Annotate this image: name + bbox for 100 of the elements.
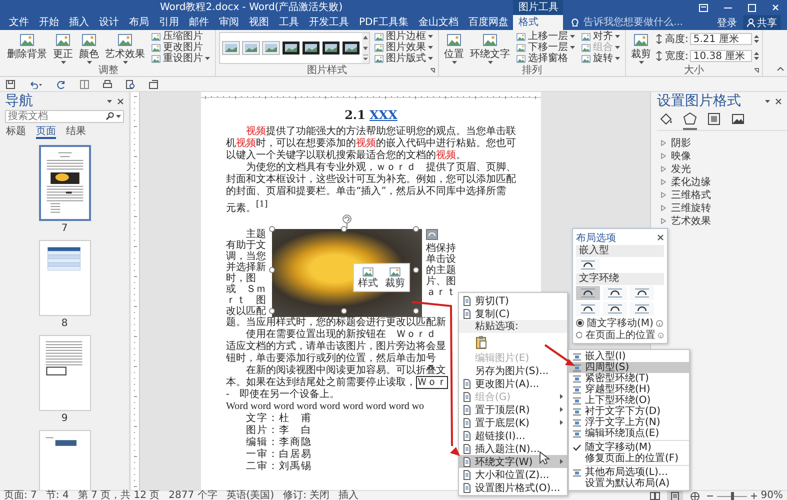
- ribbon-button[interactable]: 重设图片: [149, 53, 212, 64]
- ribbon-tab[interactable]: 开始: [34, 15, 64, 30]
- expand-icon[interactable]: [661, 140, 666, 146]
- nav-tab[interactable]: 结果: [66, 126, 86, 137]
- section-header[interactable]: 艺术效果: [657, 214, 787, 227]
- ribbon-tab[interactable]: 设计: [94, 15, 124, 30]
- ribbon-button[interactable]: 位置: [442, 31, 466, 65]
- nav-tab[interactable]: 页面: [36, 126, 56, 139]
- page-thumbnail[interactable]: [38, 145, 90, 221]
- ribbon-tab[interactable]: 金山文档: [413, 15, 464, 30]
- mini-toolbar-button[interactable]: 裁剪: [383, 266, 407, 290]
- radio-icon[interactable]: [576, 319, 584, 327]
- close-icon[interactable]: [117, 98, 124, 104]
- document-search-icon[interactable]: [126, 80, 135, 88]
- layout-options-icon[interactable]: [426, 229, 438, 240]
- text-wrap-icon[interactable]: [607, 303, 623, 315]
- text-wrap-icon[interactable]: [634, 303, 650, 315]
- radio-option[interactable]: 随文字移动(M): [576, 317, 664, 329]
- ribbon-tab[interactable]: 邮件: [184, 15, 214, 30]
- ribbon-button[interactable]: 更改图片: [149, 42, 212, 53]
- picture-style-thumbnail[interactable]: [302, 41, 320, 55]
- mini-toolbar-button[interactable]: 样式: [356, 266, 380, 290]
- ribbon-tab[interactable]: 视图: [244, 15, 274, 30]
- radio-icon[interactable]: [576, 331, 582, 339]
- ribbon-button[interactable]: 颜色: [77, 31, 101, 65]
- ribbon-display-icon[interactable]: [699, 4, 708, 12]
- menu-item[interactable]: 置于顶层(R): [459, 403, 567, 416]
- menu-item[interactable]: 环绕文字(W): [459, 455, 567, 468]
- ribbon-tab[interactable]: 百度网盘: [463, 15, 514, 30]
- wrap-option[interactable]: [603, 286, 627, 300]
- wrap-option[interactable]: [576, 302, 600, 316]
- wrap-option[interactable]: [630, 286, 654, 300]
- menu-item[interactable]: 嵌入型(I): [569, 351, 689, 362]
- ribbon-button[interactable]: 更正: [51, 31, 75, 65]
- ribbon-tab[interactable]: PDF工具集: [354, 15, 414, 30]
- ribbon-button[interactable]: 删除背景: [5, 31, 49, 65]
- menu-item[interactable]: 设置为默认布局(A): [569, 478, 689, 489]
- page-icon[interactable]: [80, 80, 89, 88]
- page-thumbnail[interactable]: [38, 240, 90, 316]
- ribbon-button[interactable]: 图片版式: [372, 53, 435, 64]
- zoom-out-icon[interactable]: [706, 493, 713, 499]
- collapse-ribbon-icon[interactable]: [777, 67, 784, 71]
- text-wrap-icon[interactable]: [580, 259, 596, 271]
- ribbon-button[interactable]: 旋转: [579, 53, 622, 64]
- ribbon-tab[interactable]: 插入: [64, 15, 94, 30]
- ribbon-tab[interactable]: 布局: [124, 15, 154, 30]
- menu-item[interactable]: 编辑环绕顶点(E): [569, 428, 689, 439]
- menu-item[interactable]: 置于底层(K): [459, 416, 567, 429]
- menu-item[interactable]: 设置图片格式(O)...: [459, 481, 567, 494]
- size-field[interactable]: 5.21 厘米: [690, 33, 752, 45]
- size-field[interactable]: 10.38 厘米: [690, 50, 752, 62]
- ribbon-tab[interactable]: 开发工具: [304, 15, 354, 30]
- section-header[interactable]: 映像: [657, 149, 787, 162]
- text-wrap-icon[interactable]: [580, 303, 596, 315]
- resize-handle[interactable]: [413, 226, 419, 232]
- dialog-launcher-icon[interactable]: [430, 68, 435, 73]
- page-thumbnail[interactable]: [38, 335, 90, 411]
- text-wrap-icon[interactable]: [607, 287, 623, 299]
- maximize-icon[interactable]: [748, 4, 756, 12]
- menu-item[interactable]: 上下型环绕(O): [569, 395, 689, 406]
- slider-thumb[interactable]: [730, 492, 734, 500]
- zoom-level[interactable]: 90%: [760, 491, 783, 500]
- menu-item[interactable]: 剪切(T): [459, 294, 567, 307]
- wrap-option[interactable]: [576, 258, 600, 272]
- text-wrap-icon[interactable]: [580, 287, 596, 299]
- page-icon[interactable]: [668, 491, 681, 500]
- ribbon-button[interactable]: 裁剪: [629, 31, 653, 65]
- ribbon-tab[interactable]: 工具: [274, 15, 304, 30]
- expand-icon[interactable]: [661, 152, 666, 158]
- expand-icon[interactable]: [661, 192, 666, 198]
- resize-handle[interactable]: [269, 226, 275, 232]
- picture-style-thumbnail[interactable]: [242, 41, 260, 55]
- ribbon-button[interactable]: 艺术效果: [103, 31, 147, 65]
- menu-item[interactable]: 修复页面上的位置(F): [569, 453, 689, 464]
- picture-style-thumbnail[interactable]: [322, 41, 340, 55]
- tell-me-field[interactable]: 告诉我您想要做什么...: [581, 16, 698, 29]
- menu-item[interactable]: 大小和位置(Z)...: [459, 468, 567, 481]
- picture-style-thumbnail[interactable]: [262, 41, 280, 55]
- menu-item[interactable]: 其他布局选项(L)...: [569, 467, 689, 478]
- menu-item[interactable]: 插入题注(N)...: [459, 442, 567, 455]
- radio-option[interactable]: 在页面上的位置: [576, 329, 664, 341]
- text-wrap-icon[interactable]: [634, 287, 650, 299]
- menu-item[interactable]: 更改图片(A)...: [459, 377, 567, 390]
- menu-item[interactable]: 随文字移动(M): [569, 442, 689, 453]
- ribbon-button[interactable]: 图片效果: [372, 42, 435, 53]
- sign-in-link[interactable]: 登录: [717, 16, 737, 30]
- printer-icon[interactable]: [103, 80, 112, 88]
- redo-icon[interactable]: [57, 80, 66, 88]
- section-header[interactable]: 三维旋转: [657, 201, 787, 214]
- picture-style-thumbnail[interactable]: [342, 41, 360, 55]
- ribbon-button[interactable]: 上移一层: [514, 31, 577, 42]
- resize-handle[interactable]: [269, 308, 275, 314]
- menu-item[interactable]: 复制(C): [459, 307, 567, 320]
- pentagon-icon[interactable]: [683, 112, 697, 126]
- ribbon-button[interactable]: 对齐: [579, 31, 622, 42]
- menu-item[interactable]: 浮于文字上方(N): [569, 417, 689, 428]
- ribbon-button[interactable]: 选择窗格: [514, 53, 577, 64]
- save-icon[interactable]: [6, 80, 15, 88]
- menu-item[interactable]: 衬于文字下方(D): [569, 406, 689, 417]
- gallery-scroll-icon[interactable]: [362, 33, 369, 63]
